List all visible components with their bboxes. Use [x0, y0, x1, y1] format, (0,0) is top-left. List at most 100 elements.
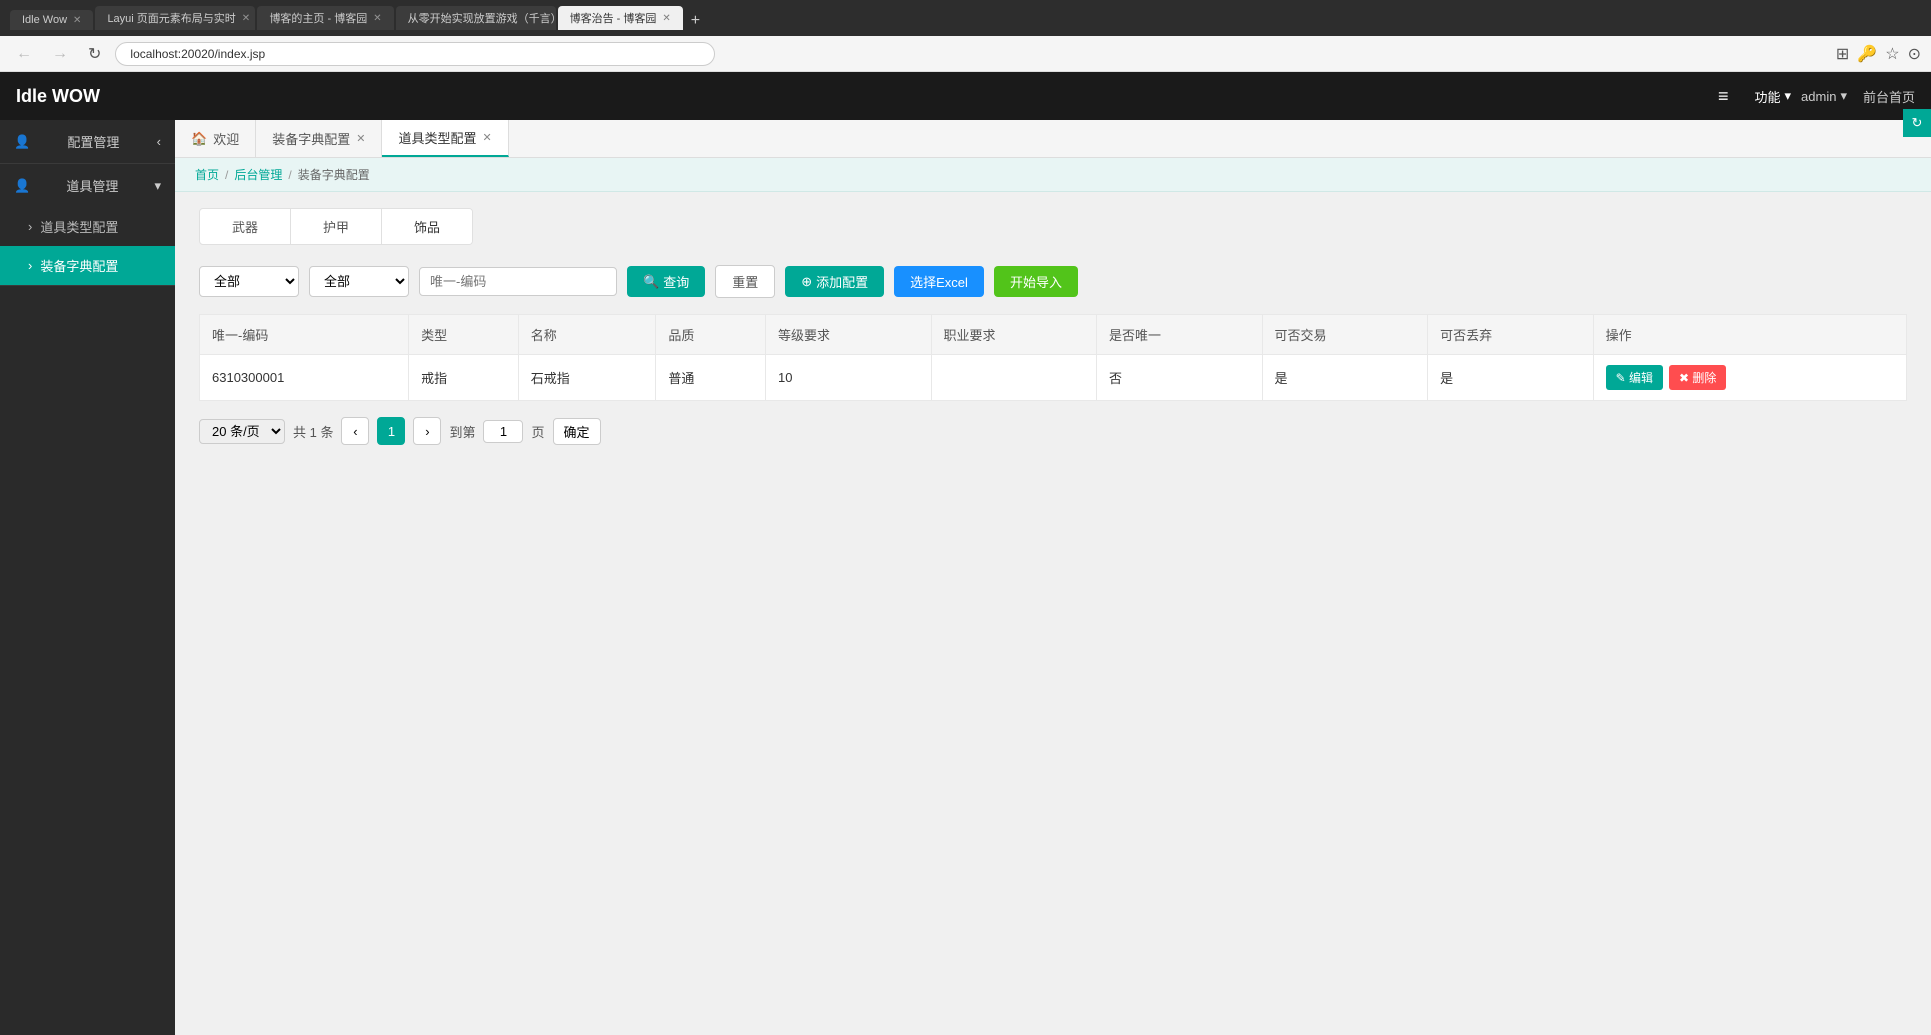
browser-addressbar: ← → ↻ ⊞ 🔑 ☆ ⊙ [0, 36, 1931, 72]
select-excel-button[interactable]: 选择Excel [894, 266, 984, 297]
reset-button[interactable]: 重置 [715, 265, 775, 298]
refresh-icon: ↻ [1912, 115, 1923, 131]
unique-code-input[interactable] [419, 267, 617, 296]
user-label: admin [1801, 89, 1836, 104]
chevron-right-icon: › [28, 219, 32, 234]
next-page-button[interactable]: › [413, 417, 441, 445]
sub-tab-armor[interactable]: 护甲 [291, 209, 382, 244]
sidebar-item-type-config-label: 道具类型配置 [40, 217, 118, 236]
tab-item-type-close[interactable]: ✕ [482, 131, 491, 144]
browser-tab-3-close[interactable]: ✕ [373, 13, 381, 24]
delete-button[interactable]: ✖ 删除 [1669, 365, 1726, 390]
cell-tradeable: 是 [1262, 355, 1428, 401]
type-filter-select[interactable]: 全部 戒指 项链 手镯 [199, 266, 299, 297]
browser-tab-1-label: Idle Wow [22, 14, 67, 26]
page-input[interactable] [483, 420, 523, 443]
reset-btn-label: 重置 [732, 272, 758, 291]
tab-home[interactable]: 🏠 欢迎 [175, 120, 256, 157]
add-btn-label: 添加配置 [816, 272, 868, 291]
star-icon[interactable]: ☆ [1885, 44, 1899, 64]
breadcrumb-current: 装备字典配置 [298, 166, 370, 183]
sidebar-config-mgmt-chevron: ‹ [157, 134, 161, 149]
tab-equip-dict[interactable]: 装备字典配置 ✕ [256, 120, 382, 157]
search-button[interactable]: 🔍 查询 [627, 266, 705, 297]
sub-tab-weapon[interactable]: 武器 [200, 209, 291, 244]
tab-equip-dict-label: 装备字典配置 [272, 129, 350, 148]
quality-filter-select[interactable]: 全部 普通 精良 史诗 [309, 266, 409, 297]
sidebar-equip-dict-config-label: 装备字典配置 [40, 256, 118, 275]
key-icon[interactable]: 🔑 [1857, 44, 1877, 64]
page-size-select[interactable]: 10 条/页 20 条/页 50 条/页 [199, 419, 285, 444]
import-button[interactable]: 开始导入 [994, 266, 1078, 297]
sidebar: 👤 配置管理 ‹ 👤 道具管理 ▾ › 道具类型配置 › 装备字 [0, 120, 175, 1035]
breadcrumb-sep-1: / [225, 168, 228, 182]
filter-bar: 全部 戒指 项链 手镯 全部 普通 精良 史诗 🔍 查询 [199, 265, 1907, 298]
address-bar-input[interactable] [115, 42, 715, 66]
cell-job-req [931, 355, 1097, 401]
menu-button[interactable]: ≡ [1718, 86, 1729, 107]
browser-toolbar-icons: ⊞ 🔑 ☆ ⊙ [1836, 44, 1921, 64]
cell-quality: 普通 [656, 355, 766, 401]
sub-tab-weapon-label: 武器 [232, 220, 258, 235]
search-icon: 🔍 [643, 274, 659, 290]
sub-tab-jewelry-label: 饰品 [414, 220, 440, 235]
chevron-down-icon: ▾ [1785, 88, 1792, 104]
add-config-button[interactable]: ⊕ 添加配置 [785, 266, 884, 297]
browser-tab-3[interactable]: 博客的主页 - 博客园 ✕ [257, 6, 393, 30]
sidebar-group-config-mgmt[interactable]: 👤 配置管理 ‹ [0, 120, 175, 163]
forward-button[interactable]: → [46, 43, 74, 65]
browser-tab-2-close[interactable]: ✕ [242, 13, 250, 24]
browser-tab-5-close[interactable]: ✕ [662, 13, 670, 24]
col-action: 操作 [1593, 315, 1906, 355]
browser-chrome: Idle Wow ✕ Layui 页面元素布局与实时 ✕ 博客的主页 - 博客园… [0, 0, 1931, 36]
browser-tab-4[interactable]: 从零开始实现放置游戏（千言） ✕ [396, 6, 556, 30]
user-menu[interactable]: admin ▾ [1801, 88, 1847, 104]
browser-tab-2-label: Layui 页面元素布局与实时 [107, 10, 235, 26]
sidebar-item-equip-dict-config[interactable]: › 装备字典配置 [0, 246, 175, 285]
new-tab-button[interactable]: + [685, 12, 706, 30]
sidebar-item-mgmt-label: 道具管理 [66, 176, 118, 195]
edit-button[interactable]: ✎ 编辑 [1606, 365, 1663, 390]
browser-tab-1[interactable]: Idle Wow ✕ [10, 10, 93, 30]
sidebar-config-mgmt-label: 配置管理 [67, 132, 119, 151]
sidebar-item-mgmt-chevron: ▾ [154, 178, 161, 194]
tab-home-label: 欢迎 [213, 129, 239, 148]
account-icon[interactable]: ⊙ [1908, 44, 1921, 64]
sidebar-section-config: 👤 配置管理 ‹ [0, 120, 175, 164]
home-icon: 🏠 [191, 131, 207, 147]
breadcrumb-admin[interactable]: 后台管理 [234, 166, 282, 183]
breadcrumb-home[interactable]: 首页 [195, 166, 219, 183]
browser-tab-1-close[interactable]: ✕ [73, 15, 81, 26]
data-table: 唯一-编码 类型 名称 品质 等级要求 职业要求 是否唯一 可否交易 可否丢弃 … [199, 314, 1907, 401]
sub-tab-jewelry[interactable]: 饰品 [382, 209, 472, 244]
page-1-button[interactable]: 1 [377, 417, 405, 445]
sidebar-config-mgmt-icon: 👤 [14, 134, 30, 150]
refresh-icon-button[interactable]: ↻ [1903, 109, 1931, 137]
page-content: 武器 护甲 饰品 全部 戒指 项链 手镯 [175, 192, 1931, 1035]
table-row: 6310300001 戒指 石戒指 普通 10 否 是 是 ✎ 编辑 [200, 355, 1907, 401]
back-button[interactable]: ← [10, 43, 38, 65]
browser-tab-5[interactable]: 博客治告 - 博客园 ✕ [558, 6, 683, 30]
sidebar-item-item-type-config[interactable]: › 道具类型配置 [0, 207, 175, 246]
prev-page-button[interactable]: ‹ [341, 417, 369, 445]
table-header-row: 唯一-编码 类型 名称 品质 等级要求 职业要求 是否唯一 可否交易 可否丢弃 … [200, 315, 1907, 355]
sidebar-group-item-mgmt[interactable]: 👤 道具管理 ▾ [0, 164, 175, 207]
browser-tab-4-label: 从零开始实现放置游戏（千言） [408, 10, 556, 26]
cell-name: 石戒指 [518, 355, 656, 401]
col-quality: 品质 [656, 315, 766, 355]
feature-menu[interactable]: 功能 ▾ [1744, 83, 1801, 110]
main-layout: 👤 配置管理 ‹ 👤 道具管理 ▾ › 道具类型配置 › 装备字 [0, 120, 1931, 1035]
grid-icon[interactable]: ⊞ [1836, 44, 1849, 64]
reload-button[interactable]: ↻ [82, 42, 107, 66]
tab-item-type[interactable]: 道具类型配置 ✕ [382, 120, 508, 157]
col-job-req: 职业要求 [931, 315, 1097, 355]
col-type: 类型 [409, 315, 519, 355]
page-confirm-button[interactable]: 确定 [553, 418, 601, 445]
sidebar-item-mgmt-icon: 👤 [14, 178, 30, 194]
col-unique-code: 唯一-编码 [200, 315, 409, 355]
col-tradeable: 可否交易 [1262, 315, 1428, 355]
browser-tab-2[interactable]: Layui 页面元素布局与实时 ✕ [95, 6, 255, 30]
total-count: 共 1 条 [293, 422, 333, 441]
tab-equip-dict-close[interactable]: ✕ [356, 132, 365, 145]
frontend-home-link[interactable]: 前台首页 [1863, 87, 1915, 106]
